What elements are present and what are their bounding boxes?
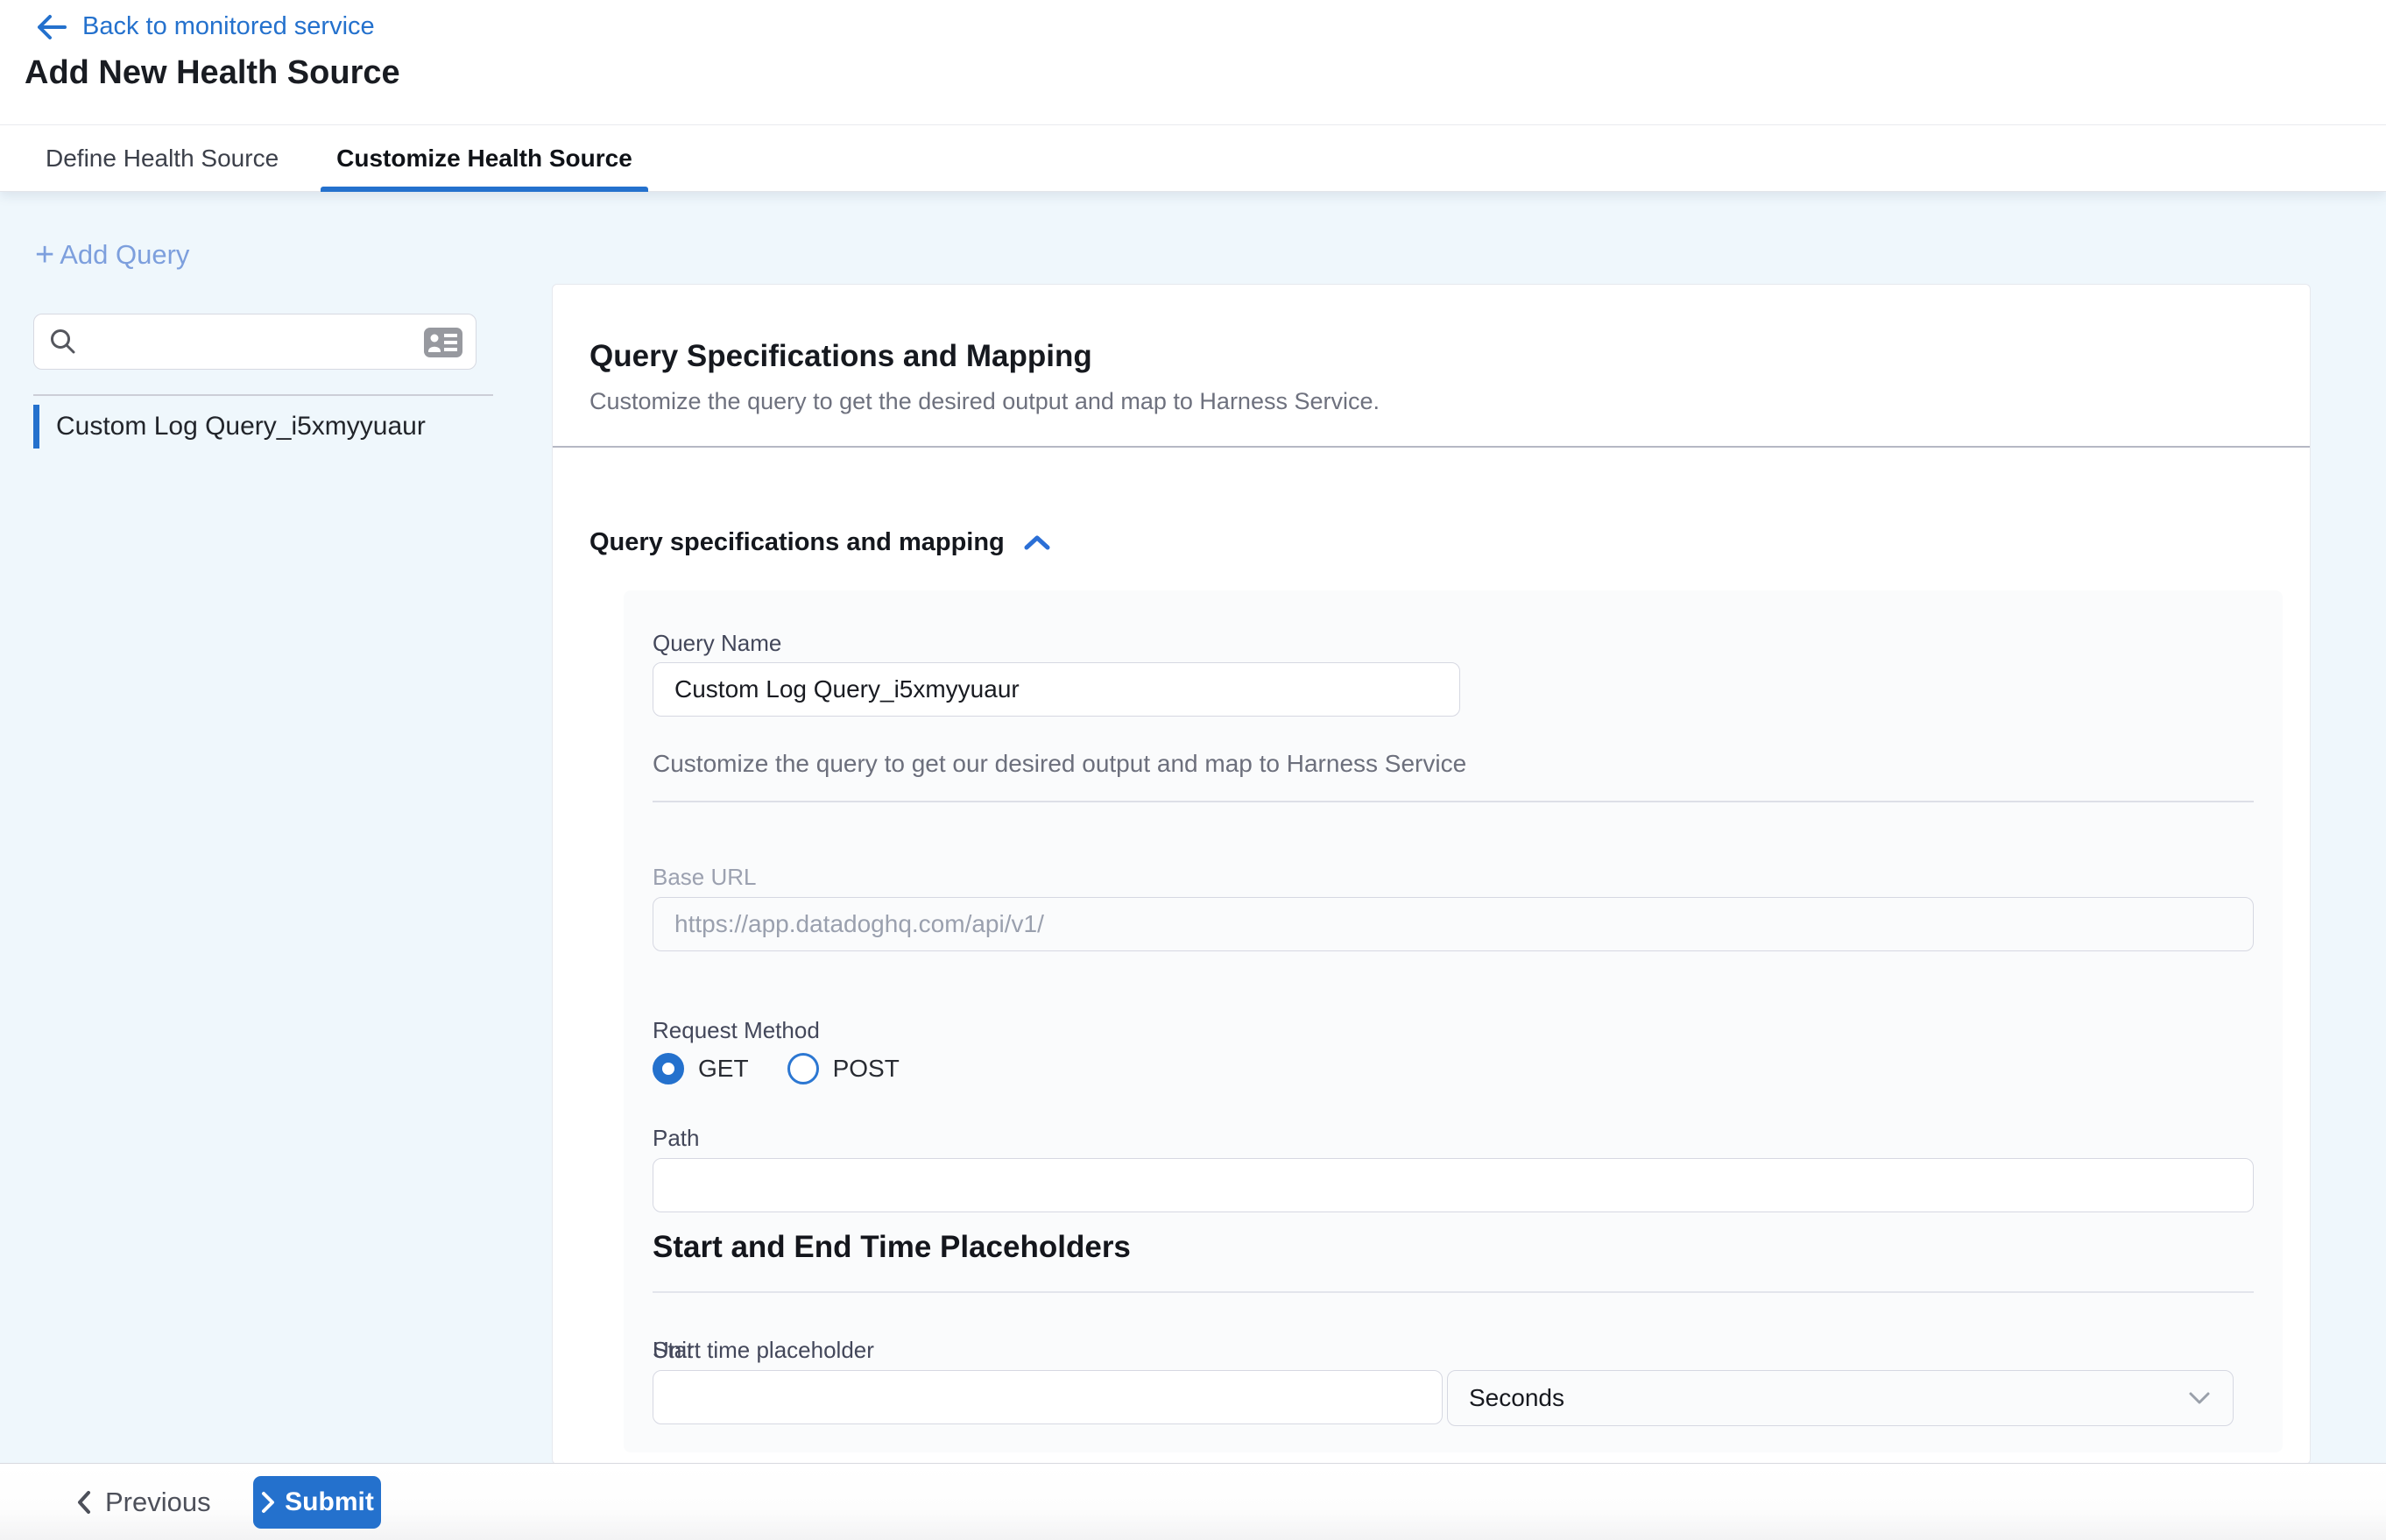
card-title: Query Specifications and Mapping	[589, 339, 1092, 374]
query-search-box	[33, 314, 476, 370]
back-link-label: Back to monitored service	[82, 12, 375, 41]
previous-button[interactable]: Previous	[75, 1464, 211, 1540]
page-header: Back to monitored service Add New Health…	[0, 0, 2386, 192]
plus-icon: +	[35, 238, 54, 272]
tab-define-health-source[interactable]: Define Health Source	[46, 125, 279, 192]
query-help-text: Customize the query to get our desired o…	[653, 750, 1466, 778]
panel-divider	[653, 801, 2254, 802]
start-time-input[interactable]	[653, 1370, 1443, 1424]
query-item-label: Custom Log Query_i5xmyyuaur	[56, 412, 426, 442]
back-arrow-icon	[35, 13, 68, 41]
request-method-radio-group: GET POST	[653, 1053, 900, 1084]
section-toggle[interactable]: Query specifications and mapping	[589, 528, 1052, 557]
add-query-button[interactable]: + Add Query	[35, 238, 189, 272]
radio-post[interactable]: POST	[787, 1053, 900, 1084]
query-mapping-card: Query Specifications and Mapping Customi…	[552, 284, 2311, 1465]
unit-select-value: Seconds	[1469, 1384, 1564, 1412]
contact-card-icon[interactable]	[423, 327, 463, 363]
base-url-label: Base URL	[653, 864, 757, 891]
add-query-label: Add Query	[60, 239, 189, 271]
footer-bar: Previous Submit	[0, 1463, 2386, 1540]
card-header-divider	[553, 446, 2310, 448]
radio-unselected-icon[interactable]	[787, 1053, 819, 1084]
query-list-item[interactable]: Custom Log Query_i5xmyyuaur	[33, 405, 426, 449]
base-url-input	[653, 897, 2254, 951]
radio-get[interactable]: GET	[653, 1053, 749, 1084]
card-subtitle: Customize the query to get the desired o…	[589, 388, 1380, 415]
request-method-label: Request Method	[653, 1017, 820, 1044]
query-search-input[interactable]	[88, 314, 421, 369]
tab-customize-health-source[interactable]: Customize Health Source	[336, 125, 632, 192]
chevron-left-icon	[75, 1489, 93, 1515]
back-to-monitored-service-link[interactable]: Back to monitored service	[35, 12, 375, 41]
unit-select[interactable]: Seconds	[1447, 1370, 2234, 1426]
chevron-right-icon	[260, 1491, 276, 1514]
chevron-up-icon[interactable]	[1022, 533, 1052, 554]
chevron-down-icon	[2187, 1390, 2212, 1406]
path-label: Path	[653, 1125, 700, 1152]
panel-divider-2	[653, 1291, 2254, 1293]
path-input[interactable]	[653, 1158, 2254, 1212]
section-title: Query specifications and mapping	[589, 528, 1005, 557]
submit-button[interactable]: Submit	[253, 1476, 381, 1529]
placeholders-heading: Start and End Time Placeholders	[653, 1230, 1131, 1265]
submit-label: Submit	[285, 1487, 374, 1517]
unit-label: Unit	[653, 1337, 693, 1364]
sidebar-divider	[33, 394, 493, 396]
tab-bar: Define Health Source Customize Health So…	[0, 125, 2386, 192]
radio-selected-icon[interactable]	[653, 1053, 684, 1084]
query-spec-panel: Query Name Customize the query to get ou…	[624, 590, 2283, 1452]
selected-indicator-bar	[33, 405, 39, 449]
query-name-label: Query Name	[653, 630, 781, 657]
page-title: Add New Health Source	[25, 54, 400, 92]
search-icon	[48, 327, 78, 361]
active-tab-underline	[321, 187, 648, 192]
query-name-input[interactable]	[653, 662, 1460, 717]
previous-label: Previous	[105, 1487, 211, 1518]
